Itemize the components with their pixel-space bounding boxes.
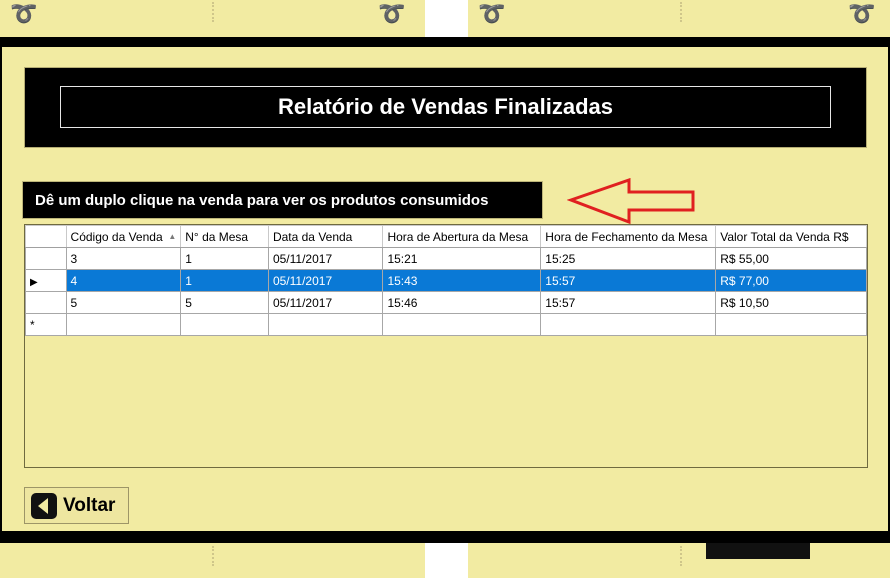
report-form: Relatório de Vendas Finalizadas Dê um du… xyxy=(2,47,888,531)
double-click-hint: Dê um duplo clique na venda para ver os … xyxy=(22,181,543,219)
cell-empty[interactable] xyxy=(180,313,269,336)
table-row[interactable]: 5 5 05/11/2017 15:46 15:57 R$ 10,50 xyxy=(25,291,867,314)
row-header-corner xyxy=(25,225,67,248)
cell-empty[interactable] xyxy=(267,313,384,336)
cell-empty[interactable] xyxy=(715,313,867,336)
cell-data[interactable]: 05/11/2017 xyxy=(267,247,384,270)
back-button-label: Voltar xyxy=(63,494,116,516)
cell-valor[interactable]: R$ 55,00 xyxy=(715,247,867,270)
new-row[interactable]: * xyxy=(25,313,867,336)
grid-header-row: Código da Venda ▲ N° da Mesa Data da Vend… xyxy=(25,225,867,248)
swirl-ornament-icon: ➰ xyxy=(378,2,406,27)
page-title: Relatório de Vendas Finalizadas xyxy=(278,94,613,119)
dotted-divider xyxy=(212,2,216,22)
cell-codigo[interactable]: 3 xyxy=(65,247,182,270)
column-header-abertura[interactable]: Hora de Abertura da Mesa xyxy=(382,225,542,248)
sales-grid[interactable]: Código da Venda ▲ N° da Mesa Data da Vend… xyxy=(24,224,868,468)
sort-ascending-icon: ▲ xyxy=(168,232,177,241)
column-header-codigo[interactable]: Código da Venda ▲ xyxy=(65,225,182,248)
cell-fechamento[interactable]: 15:57 xyxy=(540,269,717,292)
cell-data[interactable]: 05/11/2017 xyxy=(267,269,384,292)
row-header[interactable]: ▶ xyxy=(25,269,67,292)
cell-valor[interactable]: R$ 77,00 xyxy=(715,269,867,292)
row-header[interactable]: * xyxy=(25,313,67,336)
cell-mesa[interactable]: 5 xyxy=(180,291,269,314)
back-button[interactable]: Voltar xyxy=(24,487,129,524)
cell-codigo[interactable]: 5 xyxy=(65,291,182,314)
dotted-divider xyxy=(680,546,684,566)
cell-fechamento[interactable]: 15:57 xyxy=(540,291,717,314)
current-row-icon: ▶ xyxy=(30,276,38,288)
new-row-icon: * xyxy=(30,317,35,332)
column-header-fechamento[interactable]: Hora de Fechamento da Mesa xyxy=(540,225,717,248)
row-header[interactable] xyxy=(25,291,67,314)
cell-fechamento[interactable]: 15:25 xyxy=(540,247,717,270)
table-row-selected[interactable]: ▶ 4 1 05/11/2017 15:43 15:57 R$ 77,00 xyxy=(25,269,867,292)
swirl-ornament-icon: ➰ xyxy=(10,2,38,27)
row-header[interactable] xyxy=(25,247,67,270)
cell-empty[interactable] xyxy=(540,313,717,336)
column-header-label: Código da Venda xyxy=(70,229,163,244)
back-arrow-icon xyxy=(31,492,57,519)
cell-abertura[interactable]: 15:21 xyxy=(382,247,542,270)
cell-codigo[interactable]: 4 xyxy=(65,269,182,292)
cell-valor[interactable]: R$ 10,50 xyxy=(715,291,867,314)
column-header-mesa[interactable]: N° da Mesa xyxy=(180,225,269,248)
swirl-ornament-icon: ➰ xyxy=(848,2,876,27)
swirl-ornament-icon: ➰ xyxy=(478,2,506,27)
column-header-data[interactable]: Data da Venda xyxy=(267,225,384,248)
cell-empty[interactable] xyxy=(382,313,542,336)
title-box: Relatório de Vendas Finalizadas xyxy=(60,86,831,128)
dotted-divider xyxy=(680,2,684,22)
cell-mesa[interactable]: 1 xyxy=(180,269,269,292)
left-arrow-icon xyxy=(567,178,695,224)
cell-mesa[interactable]: 1 xyxy=(180,247,269,270)
column-header-valor[interactable]: Valor Total da Venda R$ xyxy=(715,225,867,248)
cell-abertura[interactable]: 15:46 xyxy=(382,291,542,314)
sales-table: Código da Venda ▲ N° da Mesa Data da Vend… xyxy=(25,225,867,336)
cell-abertura[interactable]: 15:43 xyxy=(382,269,542,292)
cell-empty[interactable] xyxy=(65,313,182,336)
table-row[interactable]: 3 1 05/11/2017 15:21 15:25 R$ 55,00 xyxy=(25,247,867,270)
report-window: Relatório de Vendas Finalizadas Dê um du… xyxy=(0,37,890,543)
title-bar: Relatório de Vendas Finalizadas xyxy=(24,67,867,148)
dotted-divider xyxy=(212,546,216,566)
cell-data[interactable]: 05/11/2017 xyxy=(267,291,384,314)
